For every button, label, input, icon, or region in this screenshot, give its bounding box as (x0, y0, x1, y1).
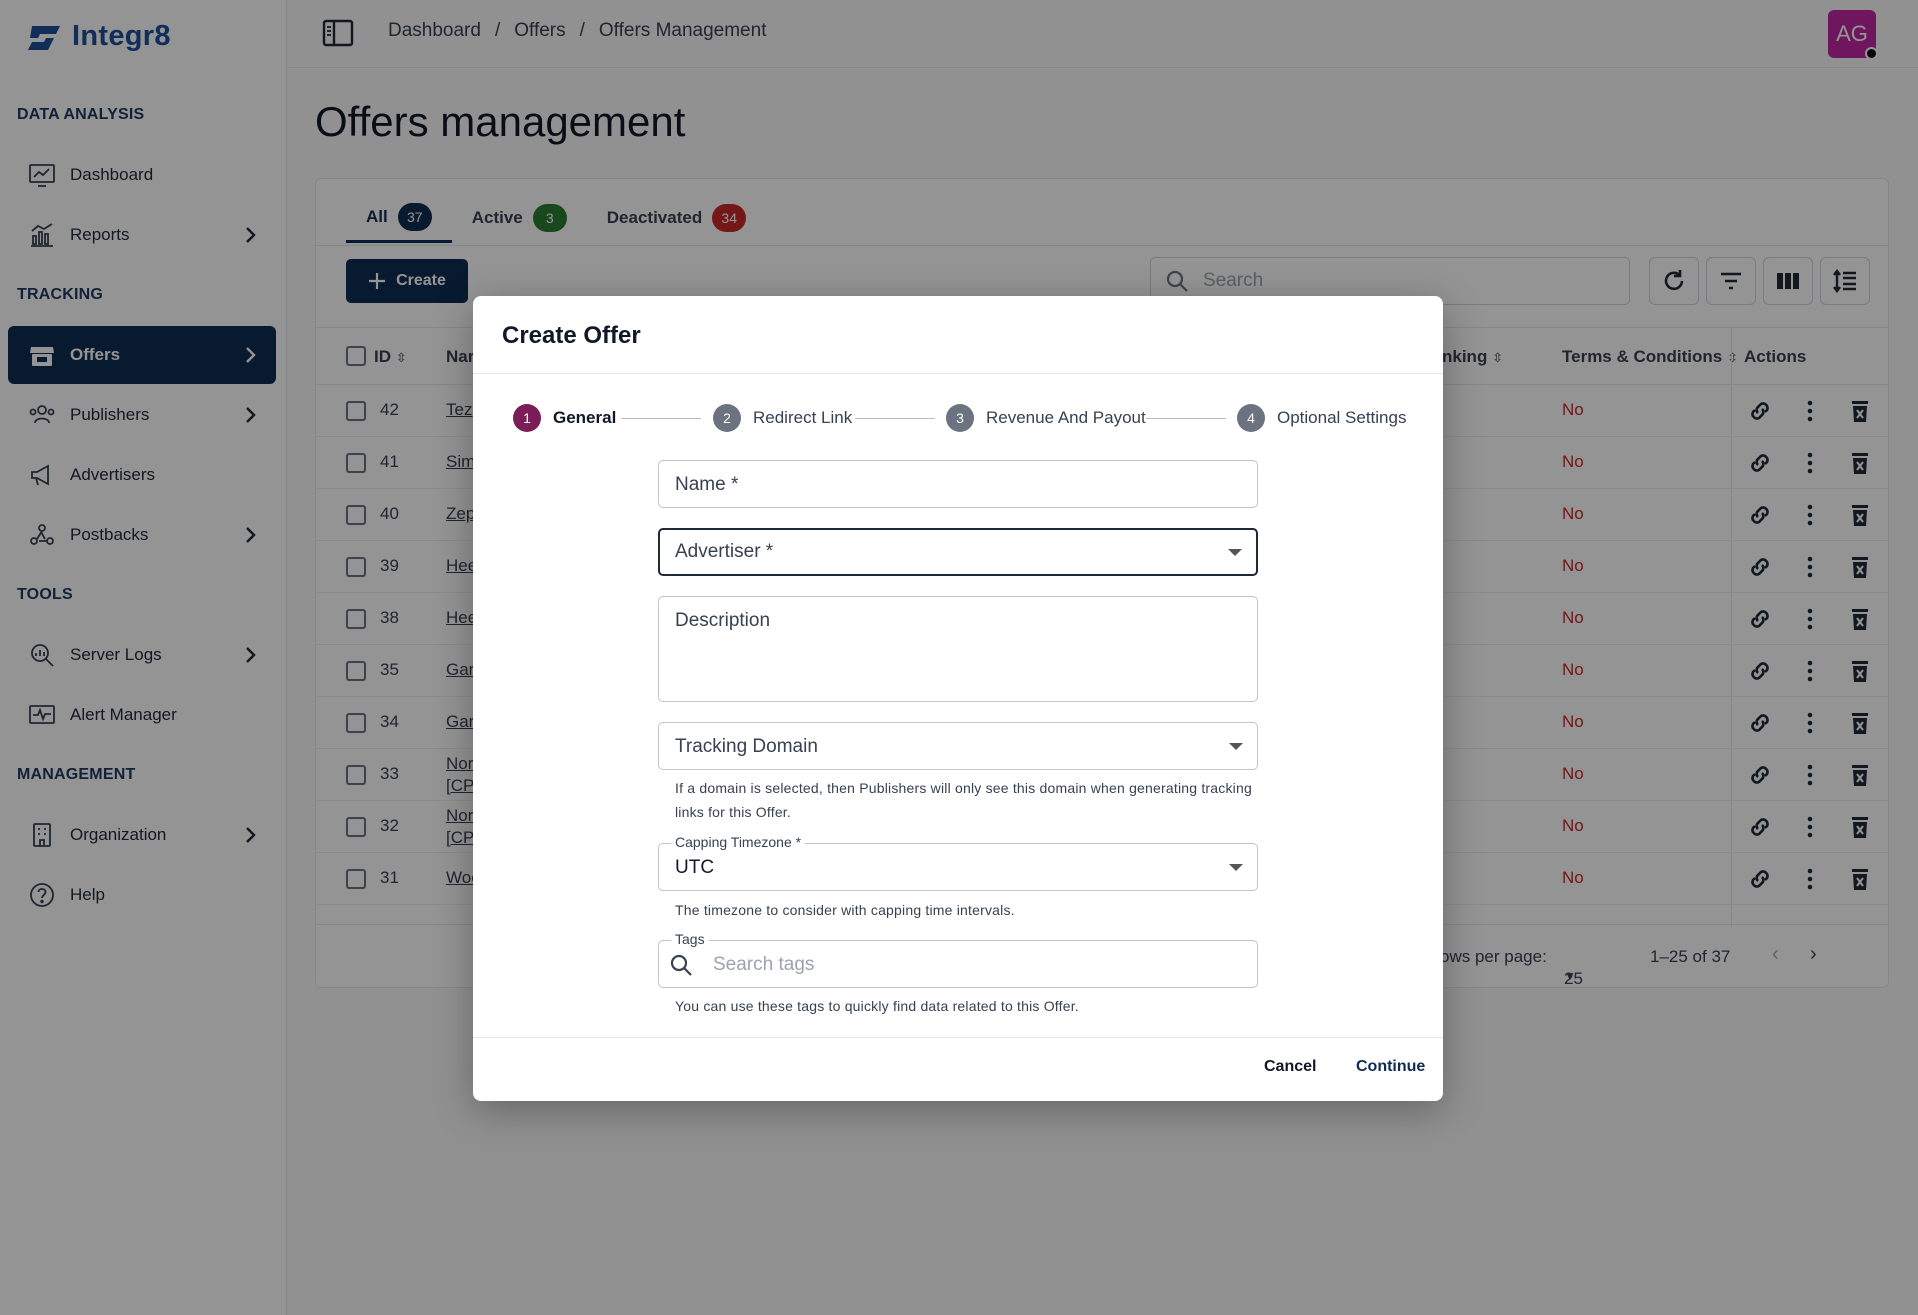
field-label: Tracking Domain (675, 736, 818, 757)
field-value: UTC (675, 857, 715, 878)
name-field[interactable]: Name * (658, 460, 1258, 508)
dropdown-caret-icon (1229, 743, 1243, 750)
step-number: 3 (946, 404, 974, 432)
tags-input[interactable]: Tags Search tags (658, 931, 1258, 988)
step-number: 1 (513, 404, 541, 432)
field-label: Description (675, 610, 771, 631)
step-optional-settings[interactable]: 4 Optional Settings (1237, 404, 1406, 432)
divider (473, 373, 1443, 374)
search-icon (670, 954, 692, 976)
tags-placeholder: Search tags (713, 954, 815, 975)
create-offer-dialog: Create Offer 1 General 2 Redirect Link 3… (473, 296, 1443, 1101)
dropdown-caret-icon (1228, 549, 1242, 556)
cancel-button[interactable]: Cancel (1264, 1058, 1316, 1076)
field-label: Tags (671, 931, 709, 947)
field-label: Name * (675, 474, 739, 495)
step-connector (621, 418, 701, 419)
step-connector (1146, 418, 1226, 419)
step-number: 4 (1237, 404, 1265, 432)
advertiser-select[interactable]: Advertiser * (658, 528, 1258, 576)
capping-timezone-helper: The timezone to consider with capping ti… (675, 902, 1015, 918)
step-label: Redirect Link (753, 408, 853, 427)
divider (473, 1037, 1443, 1038)
tracking-domain-helper: If a domain is selected, then Publishers… (675, 780, 1252, 820)
dialog-title: Create Offer (502, 322, 641, 349)
step-label: General (553, 408, 617, 427)
continue-button[interactable]: Continue (1356, 1058, 1425, 1076)
step-label: Optional Settings (1277, 408, 1407, 427)
capping-timezone-select[interactable]: Capping Timezone * UTC (658, 834, 1258, 891)
step-general[interactable]: 1 General (513, 404, 616, 432)
step-redirect-link[interactable]: 2 Redirect Link (713, 404, 852, 432)
dropdown-caret-icon (1229, 864, 1243, 871)
tags-helper: You can use these tags to quickly find d… (675, 998, 1079, 1014)
step-revenue-payout[interactable]: 3 Revenue And Payout (946, 404, 1146, 432)
tracking-domain-select[interactable]: Tracking Domain (658, 722, 1258, 770)
step-label: Revenue And Payout (986, 408, 1146, 427)
step-number: 2 (713, 404, 741, 432)
field-label: Capping Timezone * (671, 834, 806, 850)
stepper: 1 General 2 Redirect Link 3 Revenue And … (513, 404, 1418, 434)
description-field[interactable]: Description (658, 596, 1258, 702)
field-label: Advertiser * (675, 541, 774, 562)
step-connector (855, 418, 935, 419)
